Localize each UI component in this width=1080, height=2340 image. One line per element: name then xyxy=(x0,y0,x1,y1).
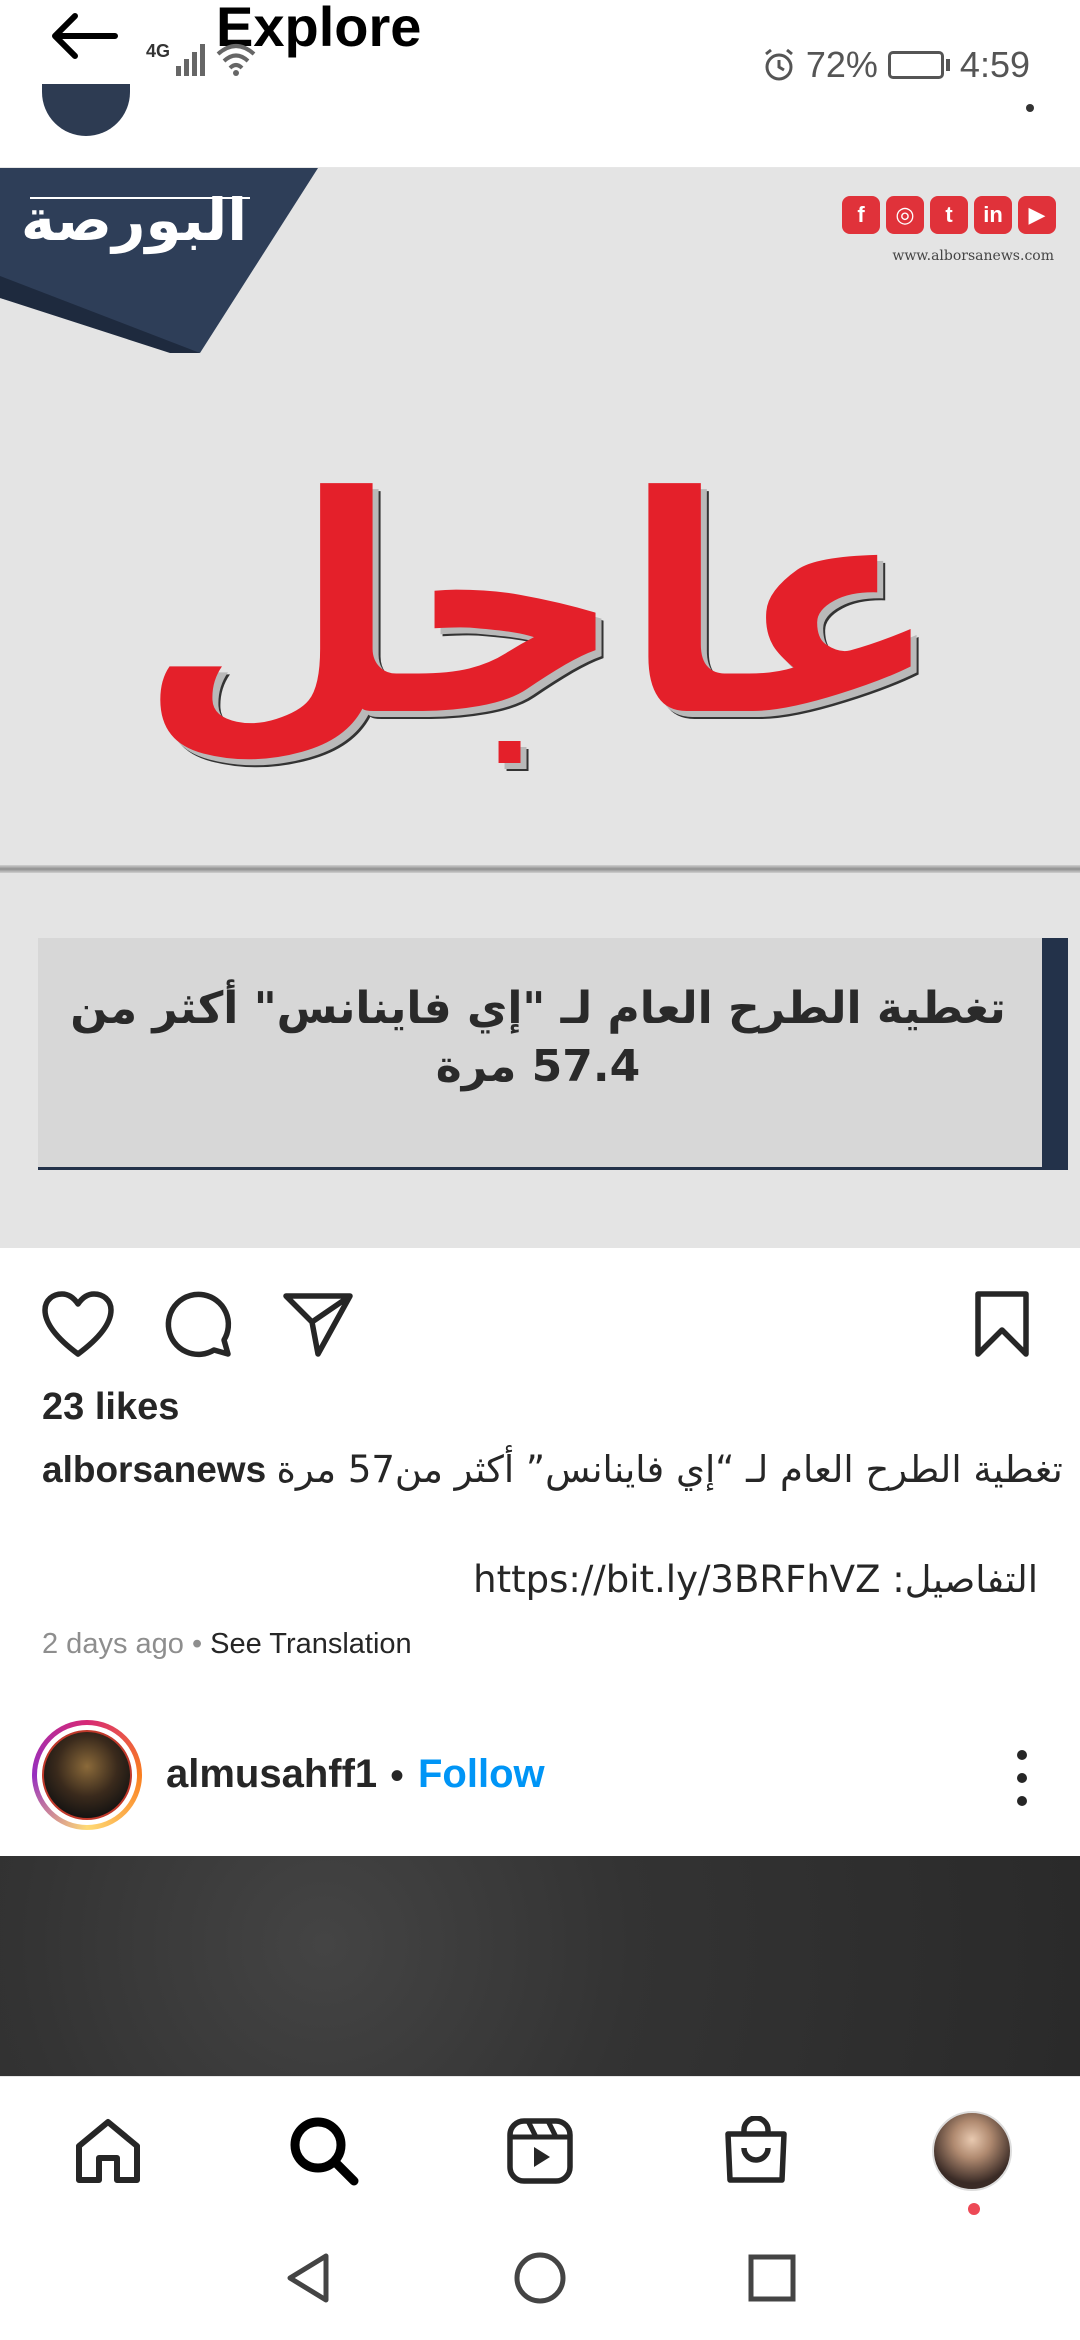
battery-percent: 72% xyxy=(805,44,878,85)
previous-post-more-icon[interactable] xyxy=(1026,104,1034,112)
status-right: 72% 4:59 xyxy=(762,44,1030,86)
bottom-nav xyxy=(0,2076,1080,2226)
site-url: www.alborsanews.com xyxy=(892,248,1054,264)
youtube-icon: ▶ xyxy=(1018,196,1056,234)
wifi-icon xyxy=(216,44,256,76)
nav-home[interactable] xyxy=(68,2111,148,2191)
network-status: 4G xyxy=(146,40,256,76)
divider xyxy=(0,865,1080,873)
comment-button[interactable] xyxy=(158,1284,238,1364)
next-post-avatar[interactable] xyxy=(32,1720,142,1830)
comment-icon xyxy=(165,1291,232,1358)
clock: 4:59 xyxy=(959,44,1030,85)
caption-details: التفاصيل: https://bit.ly/3BRFhVZ xyxy=(473,1556,1038,1604)
headline-box: تغطية الطرح العام لـ "إي فاينانس" أكثر م… xyxy=(38,938,1068,1170)
like-button[interactable] xyxy=(38,1284,118,1364)
brand-logo-text: البورصة xyxy=(20,186,248,254)
meta-separator: • xyxy=(191,1628,203,1660)
social-icons: f ◎ t in ▶ xyxy=(842,196,1056,234)
next-post-image[interactable] xyxy=(0,1856,1080,2076)
nav-search[interactable] xyxy=(284,2111,364,2191)
heart-icon xyxy=(42,1291,114,1357)
battery-icon xyxy=(887,51,950,79)
back-button[interactable] xyxy=(40,4,130,68)
search-icon xyxy=(290,2117,359,2186)
top-bar: Explore 4G 72% 4:59 xyxy=(0,0,1080,168)
avatar-image xyxy=(42,1730,132,1820)
save-button[interactable] xyxy=(962,1284,1042,1364)
more-options-icon[interactable] xyxy=(1012,1750,1032,1806)
previous-post-avatar[interactable] xyxy=(42,84,130,136)
network-type: 4G xyxy=(146,41,171,61)
share-button[interactable] xyxy=(278,1284,358,1364)
post-actions xyxy=(0,1262,1080,1372)
like-count[interactable]: 23 likes xyxy=(42,1386,179,1429)
notification-dot xyxy=(968,2203,980,2215)
post-meta: 2 days ago • See Translation xyxy=(42,1628,412,1661)
twitter-icon: t xyxy=(930,196,968,234)
reels-icon xyxy=(507,2118,573,2184)
caption-link[interactable]: https://bit.ly/3BRFhVZ xyxy=(473,1558,880,1601)
caption-username[interactable]: alborsanews xyxy=(42,1449,266,1490)
system-nav xyxy=(0,2226,1080,2340)
brand-banner: البورصة xyxy=(0,168,330,353)
system-recents-button[interactable] xyxy=(742,2248,802,2308)
next-post-username[interactable]: almusahff1 xyxy=(166,1752,377,1797)
caption-text: تغطية الطرح العام لـ “إي فاينانس” أكثر م… xyxy=(276,1448,1063,1491)
follow-button[interactable]: Follow xyxy=(418,1752,545,1797)
send-icon xyxy=(283,1293,353,1357)
bookmark-icon xyxy=(975,1291,1029,1357)
next-post-header: almusahff1 • Follow xyxy=(0,1720,1080,1856)
triangle-back-icon xyxy=(287,2253,329,2303)
system-home-button[interactable] xyxy=(510,2248,570,2308)
linkedin-icon: in xyxy=(974,196,1012,234)
home-icon xyxy=(76,2119,140,2183)
shop-icon xyxy=(725,2116,787,2183)
facebook-icon: f xyxy=(842,196,880,234)
follow-separator: • xyxy=(390,1754,405,1798)
cell-signal-icon xyxy=(176,44,206,76)
alarm-icon xyxy=(764,48,793,81)
square-recents-icon xyxy=(748,2254,796,2302)
nav-reels[interactable] xyxy=(500,2111,580,2191)
post-time: 2 days ago xyxy=(42,1628,184,1660)
system-back-button[interactable] xyxy=(278,2248,338,2308)
nav-shop[interactable] xyxy=(716,2111,796,2191)
caption-details-label: التفاصيل: xyxy=(892,1558,1038,1601)
caption: alborsanews تغطية الطرح العام لـ “إي فاي… xyxy=(42,1446,1063,1494)
back-arrow-icon xyxy=(52,13,118,59)
see-translation-link[interactable]: See Translation xyxy=(210,1628,412,1660)
circle-home-icon xyxy=(514,2252,566,2304)
nav-profile[interactable] xyxy=(932,2111,1012,2191)
post-image[interactable]: البورصة f ◎ t in ▶ www.alborsanews.com ع… xyxy=(0,168,1080,1248)
profile-avatar xyxy=(932,2111,1012,2191)
headline-text: تغطية الطرح العام لـ "إي فاينانس" أكثر م… xyxy=(70,983,1006,1092)
instagram-icon: ◎ xyxy=(886,196,924,234)
breaking-news-label: عاجل xyxy=(139,433,941,782)
